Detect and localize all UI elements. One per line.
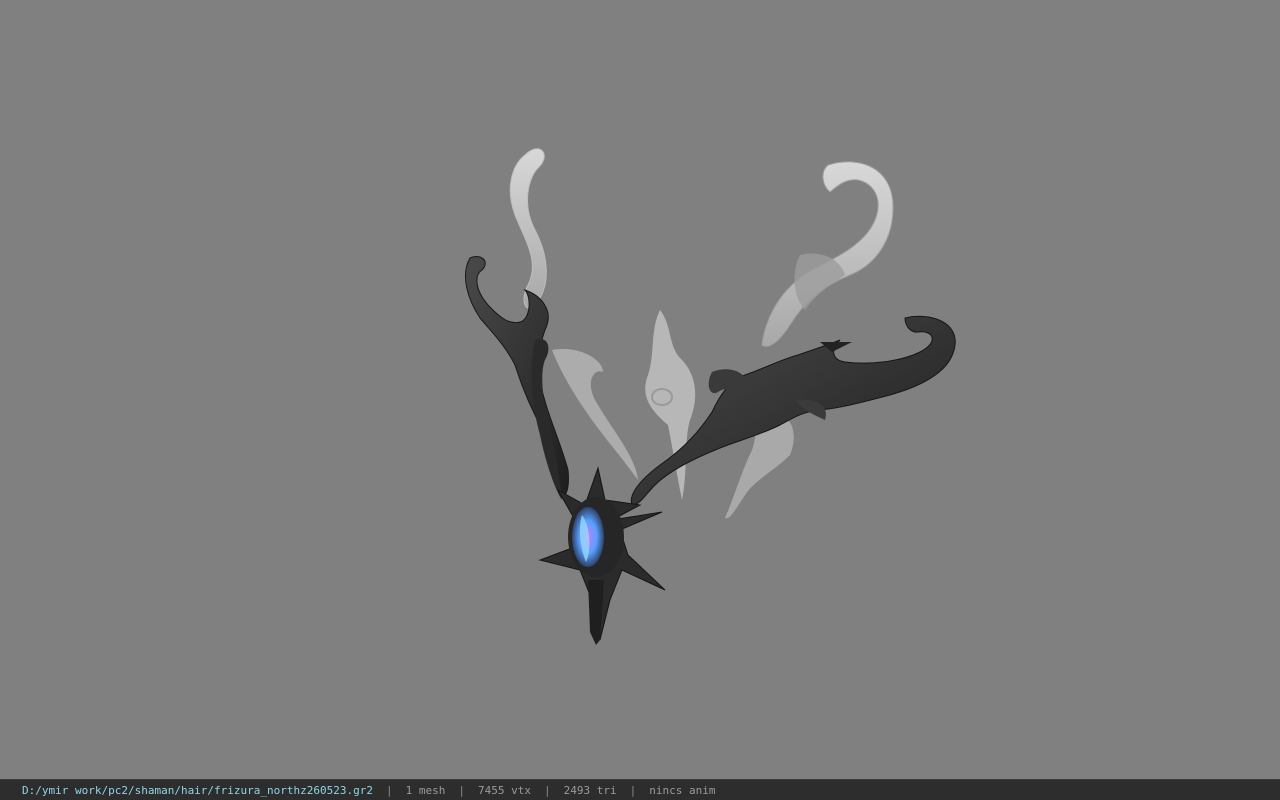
model-render	[464, 148, 956, 645]
left-dark-prong	[531, 338, 562, 500]
status-bar: D:/ymir work/pc2/shaman/hair/frizura_nor…	[0, 779, 1280, 800]
animation-status: nincs anim	[649, 783, 716, 797]
separator: |	[629, 783, 637, 797]
separator: |	[543, 783, 551, 797]
separator: |	[458, 783, 465, 797]
3d-viewport[interactable]	[0, 0, 1280, 779]
separator: |	[386, 783, 393, 797]
left-upper-wisp	[509, 148, 547, 309]
triangle-count: 2493 tri	[563, 783, 617, 797]
file-path: D:/ymir work/pc2/shaman/hair/frizura_nor…	[22, 783, 373, 797]
vertex-count: 7455 vtx	[478, 783, 531, 797]
right-upper-curl	[761, 161, 894, 347]
mesh-count: 1 mesh	[405, 783, 446, 797]
